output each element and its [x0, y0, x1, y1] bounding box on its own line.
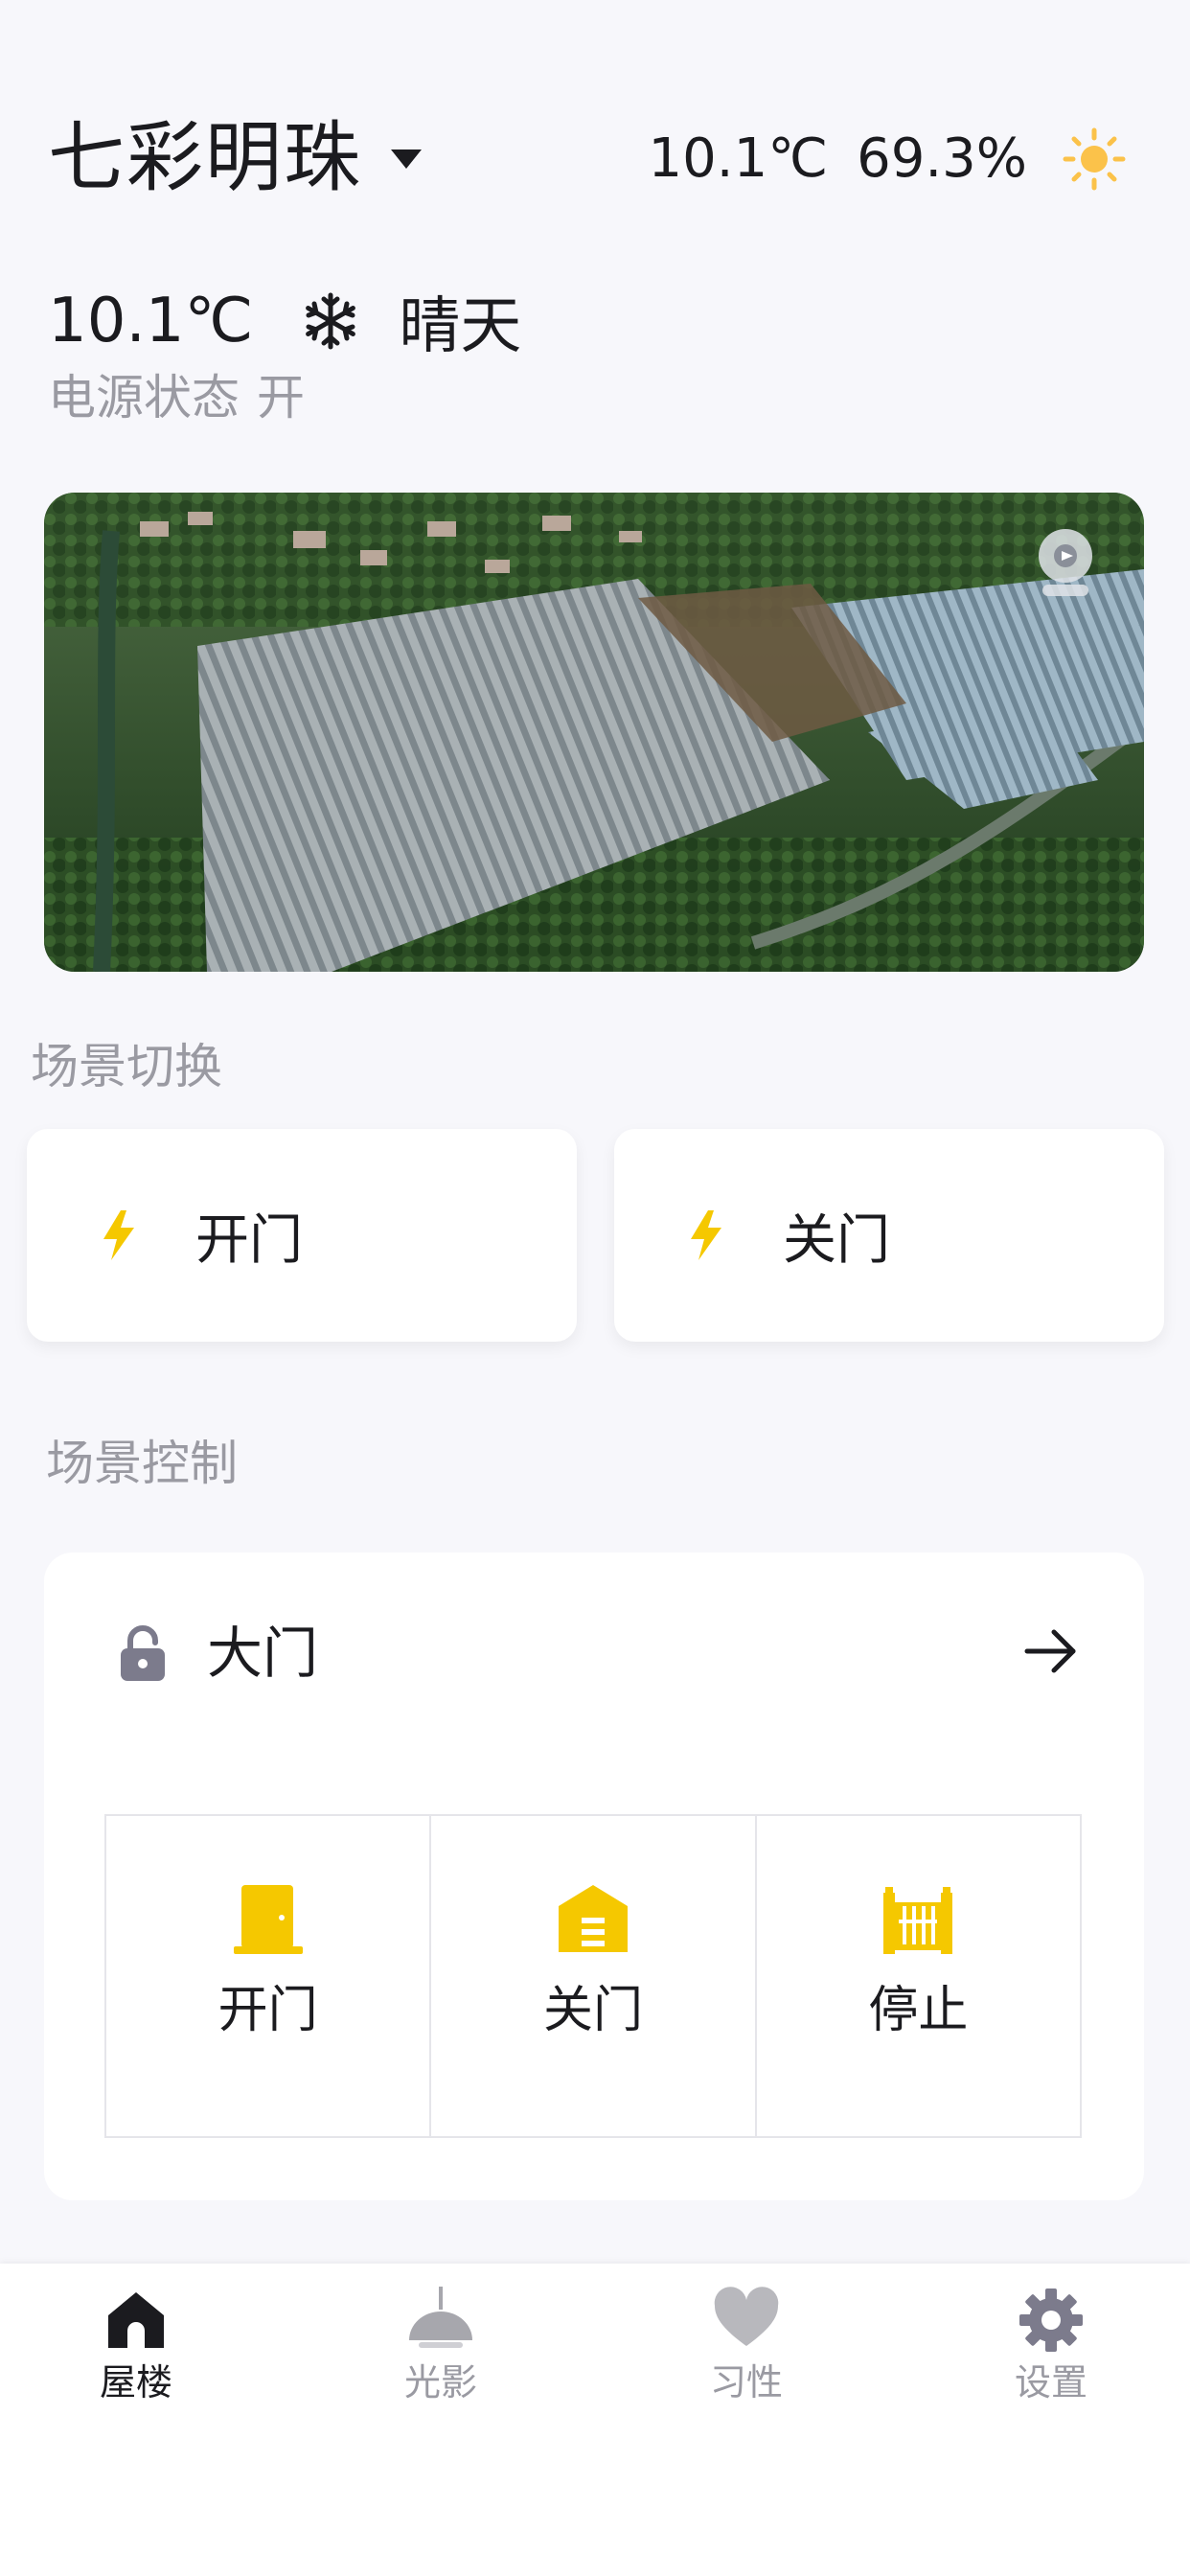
scene-open-door-card[interactable]: 开门 — [27, 1129, 577, 1342]
snowflake-icon — [306, 292, 356, 350]
tab-home[interactable]: 屋楼 — [40, 2287, 232, 2407]
gear-icon — [1019, 2288, 1083, 2352]
page-title[interactable]: 七彩明珠 — [48, 110, 362, 206]
garage-icon — [558, 1885, 628, 1952]
scene-card-label: 开门 — [195, 1208, 303, 1272]
device-control-card: 大门 开门 关门 停止 — [44, 1552, 1144, 2200]
tab-label: 屋楼 — [99, 2361, 172, 2404]
sun-icon — [1063, 127, 1126, 191]
bottom-tab-bar: 屋楼 光影 习性 设置 — [0, 2264, 1190, 2576]
door-icon — [233, 1885, 303, 1954]
scene-close-door-card[interactable]: 关门 — [614, 1129, 1164, 1342]
lamp-icon — [409, 2287, 472, 2348]
heart-icon — [714, 2287, 779, 2346]
weather-row: 10.1℃ 晴天 — [48, 278, 521, 364]
tab-label: 光影 — [403, 2361, 477, 2404]
weather-condition: 晴天 — [399, 291, 522, 362]
gate-icon — [883, 1887, 953, 1954]
header-humidity: 69.3% — [857, 127, 1027, 190]
device-header[interactable]: 大门 — [44, 1552, 1144, 1744]
tab-habits[interactable]: 习性 — [651, 2287, 842, 2407]
lightning-icon — [691, 1210, 721, 1260]
scene-card-label: 关门 — [783, 1208, 890, 1272]
power-label: 电源状态 — [48, 370, 240, 426]
power-value: 开 — [257, 370, 305, 426]
action-open-button[interactable]: 开门 — [106, 1816, 429, 2136]
device-name: 大门 — [207, 1621, 319, 1686]
lock-icon — [121, 1625, 165, 1681]
action-stop-button[interactable]: 停止 — [754, 1816, 1080, 2136]
action-label: 开门 — [217, 1982, 318, 2039]
action-label: 停止 — [868, 1982, 969, 2039]
camera-icon[interactable] — [1035, 525, 1096, 602]
tab-label: 设置 — [1014, 2361, 1087, 2404]
section-scene-control: 场景控制 — [46, 1436, 238, 1491]
current-temperature: 10.1℃ — [48, 286, 254, 356]
camera-feed[interactable] — [44, 493, 1144, 972]
action-label: 关门 — [542, 1982, 643, 2039]
power-status: 电源状态开 — [48, 366, 305, 429]
header-stats: 10.1℃ 69.3% — [649, 123, 1027, 196]
lightning-icon — [103, 1210, 134, 1260]
greenhouse-aerial-image — [44, 493, 1144, 972]
section-scene-switch: 场景切换 — [31, 1039, 222, 1094]
dropdown-caret-icon[interactable] — [391, 150, 422, 169]
action-close-button[interactable]: 关门 — [429, 1816, 754, 2136]
home-icon — [108, 2292, 164, 2348]
tab-light[interactable]: 光影 — [345, 2287, 537, 2407]
device-action-grid: 开门 关门 停止 — [104, 1814, 1082, 2138]
header-temperature: 10.1℃ — [648, 127, 829, 190]
arrow-right-icon[interactable] — [1023, 1627, 1079, 1675]
tab-settings[interactable]: 设置 — [955, 2287, 1147, 2407]
tab-label: 习性 — [709, 2361, 783, 2404]
